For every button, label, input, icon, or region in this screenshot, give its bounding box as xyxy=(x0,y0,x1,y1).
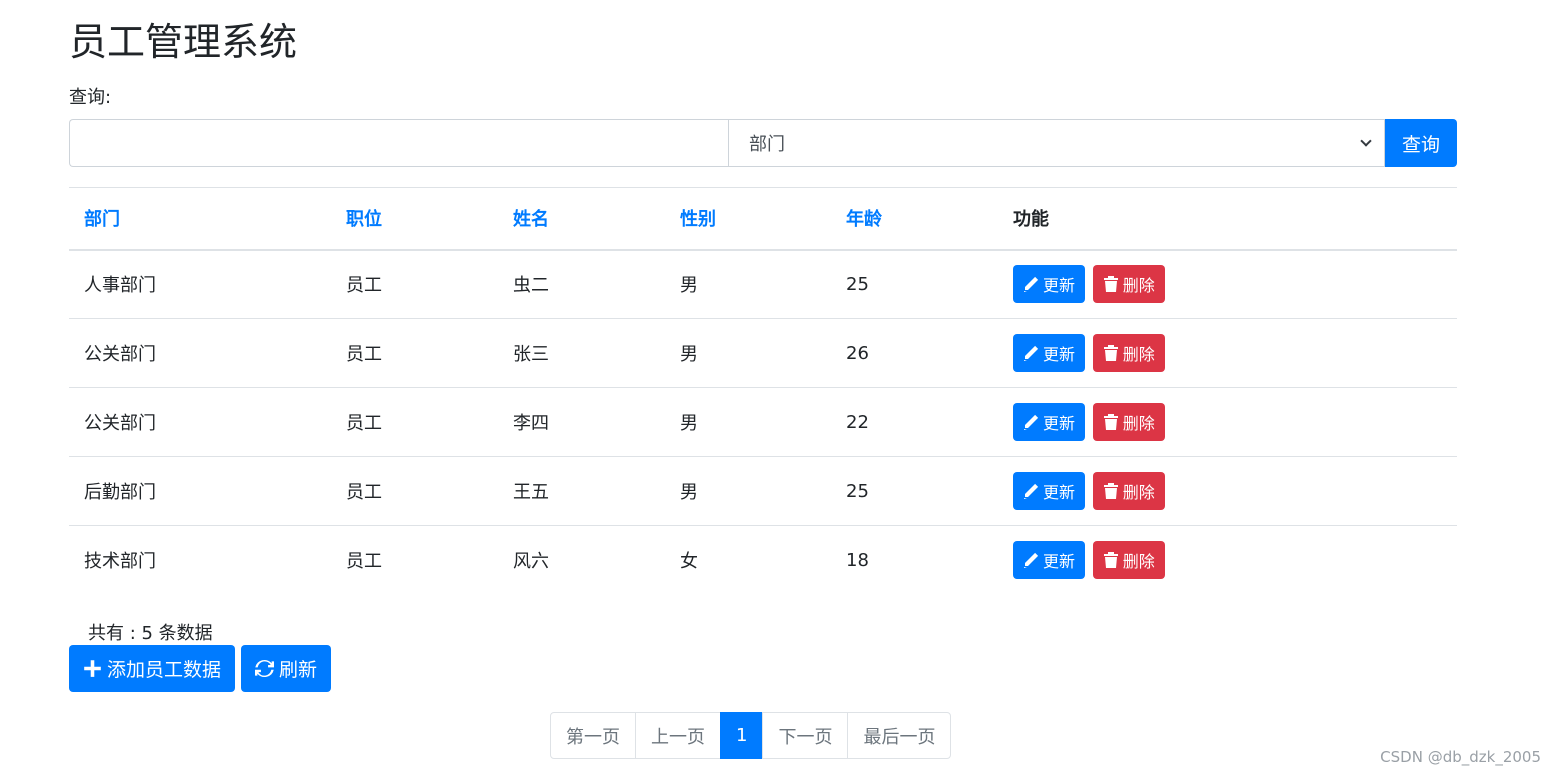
action-bar: 添加员工数据 刷新 xyxy=(69,645,332,692)
cell-age: 26 xyxy=(831,318,998,388)
header-sex[interactable]: 性别 xyxy=(665,187,831,251)
table-body: 人事部门 员工 虫二男 25 更新 删除 公关部门 员工 张三男 26 更新 删除 公关部门 员工 李四… xyxy=(69,250,1457,595)
cell-name: 风六 xyxy=(498,525,665,595)
update-label: 更新 xyxy=(1043,552,1076,572)
delete-button[interactable]: 删除 xyxy=(1092,265,1165,304)
page-prev[interactable]: 上一页 xyxy=(635,712,721,759)
cell-actions: 更新 删除 xyxy=(998,456,1457,526)
page-title: 员工管理系统 xyxy=(69,20,298,64)
cell-sex: 男 xyxy=(680,275,698,297)
trash-icon xyxy=(1103,414,1118,430)
search-bar: 部门 查询 xyxy=(69,119,1457,167)
search-button[interactable]: 查询 xyxy=(1385,119,1457,167)
cell-name: 张三 xyxy=(498,318,665,388)
header-age[interactable]: 年龄 xyxy=(831,187,998,251)
delete-button[interactable]: 删除 xyxy=(1092,403,1165,441)
delete-label: 删除 xyxy=(1122,483,1155,502)
cell-name: 虫二 xyxy=(513,275,549,297)
plus-icon xyxy=(84,660,101,677)
trash-icon xyxy=(1103,276,1118,293)
delete-label: 删除 xyxy=(1122,345,1155,364)
department-select-value: 部门 xyxy=(749,134,785,155)
delete-button[interactable]: 删除 xyxy=(1092,334,1165,372)
trash-icon xyxy=(1103,483,1118,499)
employee-table: 部门 职位 姓名 性别 年龄 功能 人事部门 员工 虫二男 25 更新 删除 公关部门 员工… xyxy=(69,187,1457,595)
header-name[interactable]: 姓名 xyxy=(498,187,665,251)
cell-actions: 更新 删除 xyxy=(998,318,1457,388)
table-row: 技术部门 员工 风六女 18 更新 删除 xyxy=(69,525,1457,595)
update-label: 更新 xyxy=(1043,276,1076,296)
header-position[interactable]: 职位 xyxy=(331,187,498,251)
table-row: 公关部门 员工 李四男 22 更新 删除 xyxy=(69,387,1457,457)
cell-dept: 技术部门 xyxy=(69,525,331,595)
cell-sex: 男 xyxy=(665,456,831,526)
update-button[interactable]: 更新 xyxy=(1013,265,1086,304)
pencil-icon xyxy=(1024,483,1039,499)
pencil-icon xyxy=(1024,553,1039,569)
refresh-label: 刷新 xyxy=(279,659,318,681)
watermark: CSDN @db_dzk_2005 xyxy=(1380,748,1541,766)
delete-label: 删除 xyxy=(1122,552,1155,572)
pencil-icon xyxy=(1024,345,1039,361)
cell-actions: 更新 删除 xyxy=(998,387,1457,457)
cell-position: 员工 xyxy=(331,387,498,457)
cell-age: 25 xyxy=(846,273,869,295)
cell-position: 员工 xyxy=(331,525,498,595)
page-current[interactable]: 1 xyxy=(720,712,764,759)
pencil-icon xyxy=(1024,277,1039,293)
refresh-icon xyxy=(255,660,275,677)
update-label: 更新 xyxy=(1043,483,1076,502)
delete-label: 删除 xyxy=(1122,414,1155,433)
cell-sex: 女 xyxy=(665,525,831,595)
cell-name: 李四 xyxy=(498,387,665,457)
cell-dept: 公关部门 xyxy=(69,318,331,388)
pencil-icon xyxy=(1024,414,1039,430)
delete-label: 删除 xyxy=(1122,276,1155,296)
cell-dept: 后勤部门 xyxy=(69,456,331,526)
cell-dept: 人事部门 xyxy=(84,275,156,297)
chevron-down-icon xyxy=(1360,135,1372,147)
update-button[interactable]: 更新 xyxy=(1013,541,1086,580)
trash-icon xyxy=(1103,552,1118,569)
page-next[interactable]: 下一页 xyxy=(762,712,849,759)
update-button[interactable]: 更新 xyxy=(1013,472,1086,510)
delete-button[interactable]: 删除 xyxy=(1092,472,1165,510)
cell-age: 22 xyxy=(831,387,998,457)
update-button[interactable]: 更新 xyxy=(1013,334,1086,372)
department-select[interactable]: 部门 xyxy=(728,119,1385,167)
header-actions: 功能 xyxy=(998,187,1457,251)
add-employee-button[interactable]: 添加员工数据 xyxy=(69,645,236,692)
update-button[interactable]: 更新 xyxy=(1013,403,1086,441)
update-label: 更新 xyxy=(1043,345,1076,364)
table-row: 人事部门 员工 虫二 男 25 更新 删除 xyxy=(69,250,1457,319)
page-first[interactable]: 第一页 xyxy=(550,712,636,759)
cell-dept: 公关部门 xyxy=(69,387,331,457)
query-label: 查询: xyxy=(69,87,112,108)
total-count: 共有 : 5 条数据 xyxy=(88,623,213,644)
trash-icon xyxy=(1103,345,1118,361)
add-employee-label: 添加员工数据 xyxy=(107,659,222,681)
table-row: 后勤部门 员工 王五男 25 更新 删除 xyxy=(69,456,1457,526)
table-row: 公关部门 员工 张三男 26 更新 删除 xyxy=(69,318,1457,388)
cell-position: 员工 xyxy=(331,318,498,388)
table-header-row: 部门 职位 姓名 性别 年龄 功能 xyxy=(69,187,1457,251)
search-input[interactable] xyxy=(69,119,728,167)
cell-age: 18 xyxy=(831,525,998,595)
cell-position: 员工 xyxy=(346,275,382,297)
cell-age: 25 xyxy=(831,456,998,526)
cell-sex: 男 xyxy=(665,387,831,457)
header-dept[interactable]: 部门 xyxy=(69,187,331,251)
pagination: 第一页 上一页 1 下一页 最后一页 xyxy=(550,712,952,759)
update-label: 更新 xyxy=(1043,414,1076,433)
cell-actions: 更新 删除 xyxy=(998,525,1457,595)
cell-name: 王五 xyxy=(498,456,665,526)
page-last[interactable]: 最后一页 xyxy=(847,712,952,759)
refresh-button[interactable]: 刷新 xyxy=(241,645,332,692)
delete-button[interactable]: 删除 xyxy=(1092,541,1165,580)
cell-actions: 更新 删除 xyxy=(998,250,1457,319)
cell-position: 员工 xyxy=(331,456,498,526)
cell-sex: 男 xyxy=(665,318,831,388)
